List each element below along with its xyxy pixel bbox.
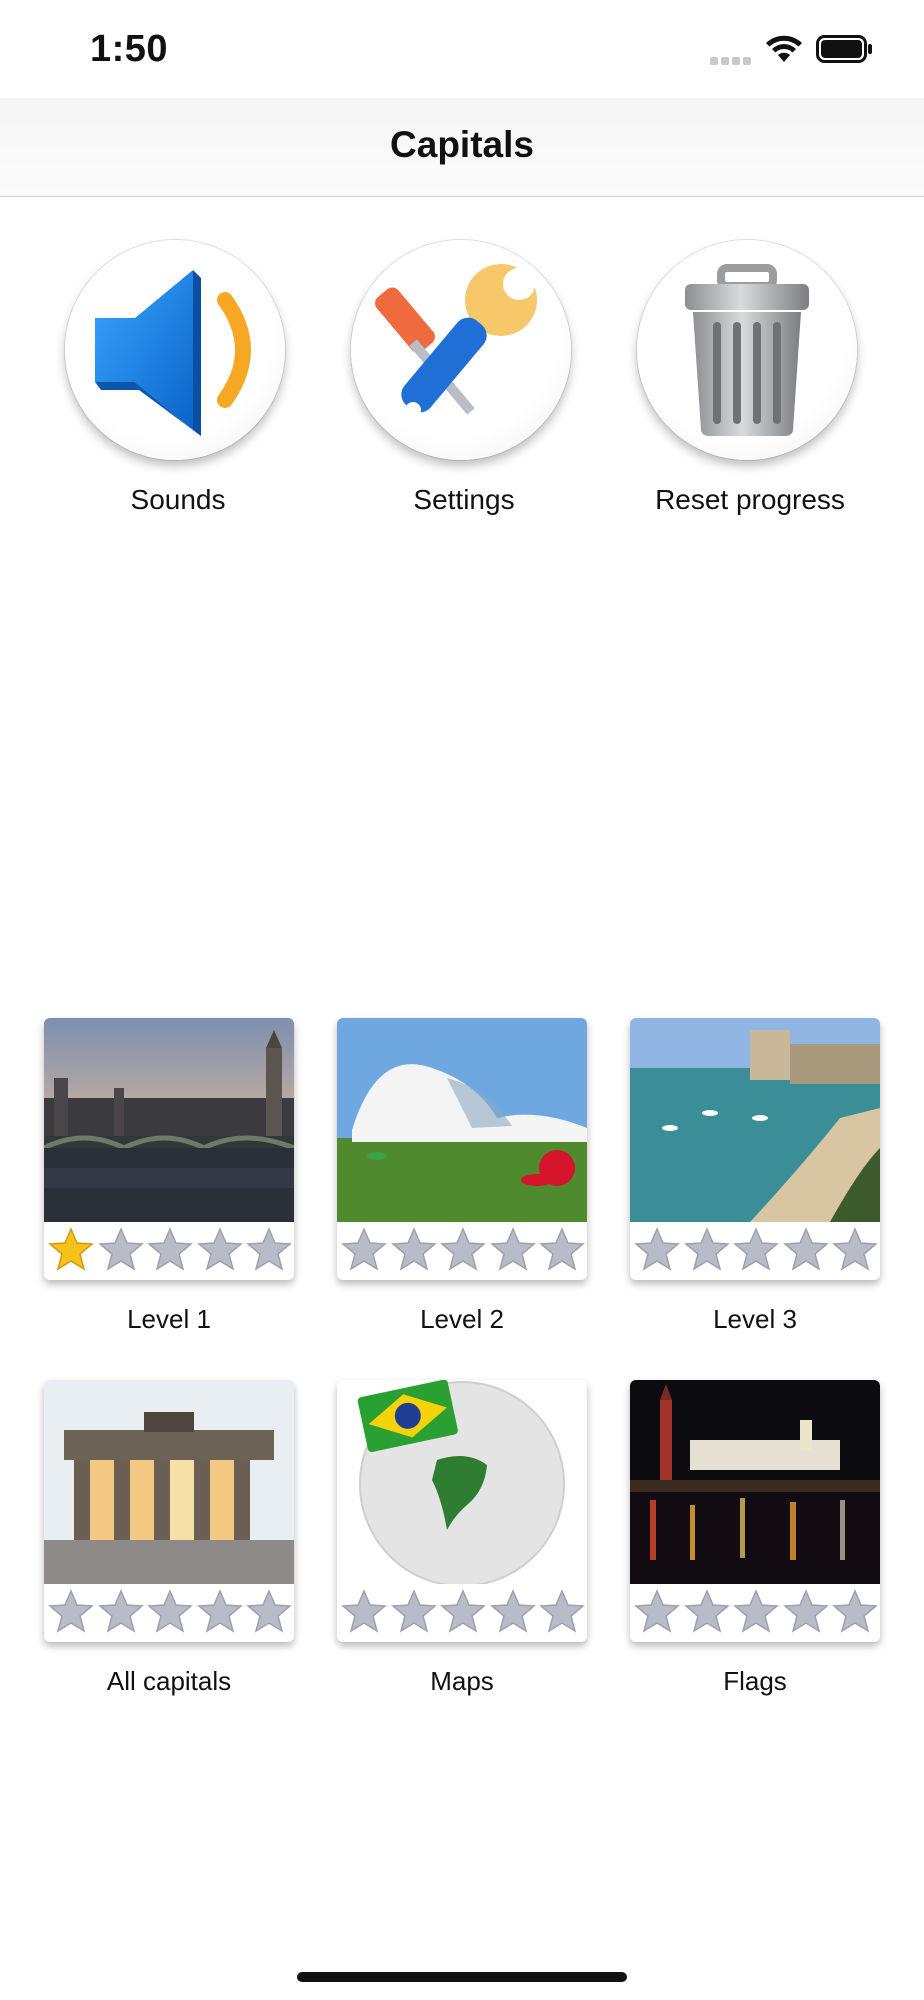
maps-card[interactable] bbox=[337, 1380, 587, 1642]
level-3-stars bbox=[634, 1226, 878, 1276]
star-empty-icon bbox=[440, 1589, 486, 1633]
star-empty-icon bbox=[733, 1589, 779, 1633]
level-1-card[interactable] bbox=[44, 1018, 294, 1280]
star-empty-icon bbox=[733, 1227, 779, 1271]
level-1-image bbox=[44, 1018, 294, 1222]
level-3-label: Level 3 bbox=[713, 1304, 797, 1334]
level-2-card[interactable] bbox=[337, 1018, 587, 1280]
battery-icon bbox=[816, 35, 872, 63]
trash-icon bbox=[685, 264, 809, 436]
star-empty-icon bbox=[440, 1227, 486, 1271]
status-time: 1:50 bbox=[90, 28, 169, 70]
star-empty-icon bbox=[832, 1227, 878, 1271]
wifi-icon bbox=[766, 35, 802, 62]
all-capitals-image bbox=[44, 1380, 294, 1584]
star-empty-icon bbox=[539, 1227, 585, 1271]
all-capitals-card[interactable] bbox=[44, 1380, 294, 1642]
star-empty-icon bbox=[48, 1589, 94, 1633]
star-empty-icon bbox=[782, 1227, 829, 1271]
maps-image bbox=[337, 1380, 587, 1584]
level-2-stars bbox=[341, 1226, 585, 1276]
settings-button[interactable]: Settings bbox=[294, 240, 584, 540]
level-1-label: Level 1 bbox=[127, 1304, 211, 1334]
star-empty-icon bbox=[341, 1589, 387, 1633]
star-empty-icon bbox=[489, 1589, 536, 1633]
all-capitals-stars bbox=[48, 1588, 292, 1638]
level-1-stars bbox=[48, 1226, 292, 1276]
star-empty-icon bbox=[341, 1227, 387, 1271]
star-empty-icon bbox=[246, 1589, 292, 1633]
sounds-circle[interactable] bbox=[65, 240, 285, 460]
star-filled-icon bbox=[48, 1227, 94, 1271]
cellular-signal-icon bbox=[710, 52, 756, 65]
tools-icon bbox=[375, 264, 537, 418]
level-3-image bbox=[630, 1018, 880, 1222]
star-empty-icon bbox=[196, 1227, 243, 1271]
star-empty-icon bbox=[246, 1227, 292, 1271]
status-bar: 1:50 bbox=[0, 0, 924, 98]
star-empty-icon bbox=[683, 1227, 730, 1271]
star-empty-icon bbox=[634, 1227, 680, 1271]
reset-circle[interactable] bbox=[637, 240, 857, 460]
star-empty-icon bbox=[196, 1589, 243, 1633]
flags-label: Flags bbox=[723, 1666, 787, 1696]
star-empty-icon bbox=[97, 1227, 144, 1271]
reset-progress-button[interactable]: Reset progress bbox=[580, 240, 870, 540]
star-empty-icon bbox=[489, 1227, 536, 1271]
star-empty-icon bbox=[634, 1589, 680, 1633]
maps-label: Maps bbox=[430, 1666, 494, 1696]
star-empty-icon bbox=[147, 1227, 193, 1271]
home-indicator[interactable] bbox=[297, 1972, 627, 1982]
page-title: Capitals bbox=[390, 124, 534, 165]
level-2-label: Level 2 bbox=[420, 1304, 504, 1334]
star-empty-icon bbox=[832, 1589, 878, 1633]
star-empty-icon bbox=[782, 1589, 829, 1633]
star-empty-icon bbox=[539, 1589, 585, 1633]
star-empty-icon bbox=[147, 1589, 193, 1633]
star-empty-icon bbox=[97, 1589, 144, 1633]
star-empty-icon bbox=[390, 1589, 437, 1633]
maps-stars bbox=[341, 1588, 585, 1638]
level-2-image bbox=[337, 1018, 587, 1222]
flags-card[interactable] bbox=[630, 1380, 880, 1642]
sounds-button[interactable]: Sounds bbox=[8, 240, 298, 540]
flags-stars bbox=[634, 1588, 878, 1638]
star-empty-icon bbox=[390, 1227, 437, 1271]
navigation-bar: Capitals bbox=[0, 98, 924, 197]
speaker-icon bbox=[95, 270, 251, 436]
reset-progress-label: Reset progress bbox=[655, 484, 845, 515]
settings-circle[interactable] bbox=[351, 240, 571, 460]
flags-image bbox=[630, 1380, 880, 1584]
all-capitals-label: All capitals bbox=[106, 1666, 232, 1696]
level-3-card[interactable] bbox=[630, 1018, 880, 1280]
star-empty-icon bbox=[683, 1589, 730, 1633]
